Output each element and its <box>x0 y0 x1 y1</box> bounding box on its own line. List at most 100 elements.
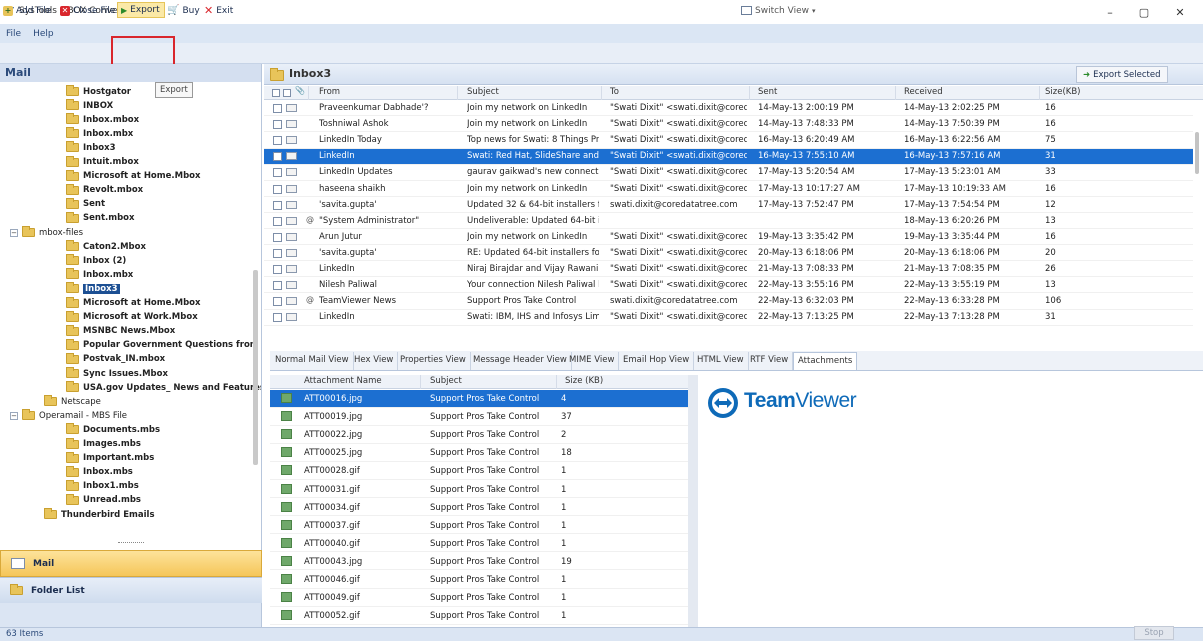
mail-row[interactable]: 'savita.gupta' Updated 32 & 64-bit instal… <box>264 198 1193 213</box>
tree-node[interactable]: Inbox3 <box>66 141 116 154</box>
col-sent[interactable]: Sent <box>758 87 777 97</box>
tab-message-header-view[interactable]: Message Header View <box>469 352 572 370</box>
attachment-row[interactable]: ATT00034.gif Support Pros Take Control 1 <box>270 499 688 517</box>
mail-row[interactable]: LinkedIn Today Top news for Swati: 8 Thin… <box>264 133 1193 149</box>
row-checkbox[interactable] <box>273 152 282 162</box>
tree-node[interactable]: Netscape <box>44 395 101 408</box>
tree-node[interactable]: Thunderbird Emails <box>44 508 155 521</box>
tree-node[interactable]: Documents.mbs <box>66 423 160 436</box>
tab-rtf-view[interactable]: RTF View <box>746 352 794 370</box>
switch-view-button[interactable]: Switch View ▾ <box>741 3 816 18</box>
mail-grid-scrollbar[interactable] <box>1195 132 1199 174</box>
row-checkbox[interactable] <box>273 216 282 226</box>
col-attachment-subject[interactable]: Subject <box>430 376 462 386</box>
export-button[interactable]: ▶ Export <box>117 2 165 18</box>
attachment-row[interactable]: ATT00028.gif Support Pros Take Control 1 <box>270 462 688 480</box>
tab-html-view[interactable]: HTML View <box>693 352 749 370</box>
row-checkbox[interactable] <box>273 313 282 323</box>
tree-node[interactable]: Inbox (2) <box>66 254 126 267</box>
tree-node[interactable]: Microsoft at Home.Mbox <box>66 169 201 183</box>
row-checkbox[interactable] <box>273 297 282 307</box>
mail-row[interactable]: Nilesh Paliwal Your connection Nilesh Pal… <box>264 278 1193 294</box>
mail-row[interactable]: Arun Jutur Join my network on LinkedIn "Sw… <box>264 230 1193 246</box>
col-size[interactable]: Size(KB) <box>1045 87 1081 97</box>
tree-node[interactable]: Inbox.mbx <box>66 268 133 281</box>
row-checkbox[interactable] <box>273 248 282 258</box>
attachment-row[interactable]: ATT00040.gif Support Pros Take Control 1 <box>270 535 688 553</box>
close-file-button[interactable]: ✕ Close File <box>60 3 115 18</box>
row-checkbox[interactable] <box>273 232 282 242</box>
buy-button[interactable]: 🛒 Buy <box>167 3 200 18</box>
tree-node[interactable]: Popular Government Questions from U <box>66 338 261 352</box>
tree-node[interactable]: Sent <box>66 197 105 211</box>
mail-row[interactable]: @ TeamViewer News Support Pros Take Contro… <box>264 294 1193 310</box>
tree-node[interactable]: Intuit.mbox <box>66 155 139 169</box>
tree-node[interactable]: INBOX <box>66 99 113 112</box>
tab-attachments[interactable]: Attachments <box>793 352 858 370</box>
close-button[interactable]: ✕ <box>1163 0 1197 24</box>
mail-row[interactable]: @ "System Administrator" Undeliverable: Up… <box>264 214 1193 230</box>
row-checkbox[interactable] <box>273 168 282 178</box>
row-checkbox[interactable] <box>273 136 282 146</box>
row-checkbox[interactable] <box>273 120 282 130</box>
col-to[interactable]: To <box>610 87 619 97</box>
tree-node[interactable]: Revolt.mbox <box>66 183 143 197</box>
tab-normal-mail-view[interactable]: Normal Mail View <box>271 352 354 370</box>
tab-mime-view[interactable]: MIME View <box>565 352 620 370</box>
attachment-row[interactable]: ATT00046.gif Support Pros Take Control 1 <box>270 571 688 589</box>
maximize-button[interactable]: ▢ <box>1127 0 1161 24</box>
tree-node[interactable]: Inbox.mbs <box>66 465 133 479</box>
tree-node[interactable]: Sync Issues.Mbox <box>66 367 168 380</box>
export-selected-button[interactable]: ➜ Export Selected <box>1076 66 1168 83</box>
attachment-row[interactable]: ATT00049.gif Support Pros Take Control 1 <box>270 589 688 607</box>
tab-hex-view[interactable]: Hex View <box>350 352 399 370</box>
tree-node[interactable]: Inbox.mbox <box>66 113 139 126</box>
tab-email-hop-view[interactable]: Email Hop View <box>619 352 695 370</box>
mail-row[interactable]: LinkedIn Swati: Red Hat, SlideShare and H… <box>264 149 1193 165</box>
tree-node[interactable]: Inbox1.mbs <box>66 479 139 493</box>
tree-node[interactable]: Microsoft at Home.Mbox <box>66 296 201 310</box>
attachment-row[interactable]: ATT00019.jpg Support Pros Take Control 37 <box>270 408 688 426</box>
tree-node[interactable]: Inbox3 <box>66 282 120 295</box>
nav-folder-list-button[interactable]: Folder List <box>0 577 262 603</box>
attachment-row[interactable]: ATT00025.jpg Support Pros Take Control 18 <box>270 444 688 462</box>
mail-row[interactable]: Praveenkumar Dabhade'? Join my network on… <box>264 101 1193 117</box>
tree-node[interactable]: Caton2.Mbox <box>66 240 146 253</box>
tree-node[interactable]: USA.gov Updates_ News and Features.I <box>66 381 261 394</box>
attachment-preview-splitter[interactable] <box>688 375 698 627</box>
collapse-icon[interactable]: − <box>10 411 18 420</box>
mail-row[interactable]: Toshniwal Ashok Join my network on Linked… <box>264 117 1193 133</box>
attachment-row[interactable]: ATT00052.gif Support Pros Take Control 1 <box>270 607 688 625</box>
select-all-checkbox[interactable] <box>272 89 280 97</box>
col-received[interactable]: Received <box>904 87 943 97</box>
tree-node[interactable]: − mbox-files <box>10 226 83 239</box>
col-attachment-name[interactable]: Attachment Name <box>304 376 382 386</box>
tree-node[interactable]: Important.mbs <box>66 451 154 465</box>
attachment-row[interactable]: ATT00031.gif Support Pros Take Control 1 <box>270 481 688 499</box>
col-subject[interactable]: Subject <box>467 87 499 97</box>
attachment-row[interactable]: ATT00043.jpg Support Pros Take Control 19 <box>270 553 688 571</box>
attachment-row[interactable]: ATT00016.jpg Support Pros Take Control 4 <box>270 390 688 408</box>
tab-properties-view[interactable]: Properties View <box>396 352 471 370</box>
attachment-row[interactable]: ATT00037.gif Support Pros Take Control 1 <box>270 517 688 535</box>
row-checkbox[interactable] <box>273 104 282 113</box>
col-from[interactable]: From <box>319 87 340 97</box>
menu-file[interactable]: File <box>6 29 21 39</box>
row-checkbox[interactable] <box>273 281 282 291</box>
tree-node[interactable]: MSNBC News.Mbox <box>66 324 175 338</box>
mail-row[interactable]: LinkedIn Niraj Birajdar and Vijay Rawani … <box>264 262 1193 278</box>
exit-button[interactable]: ✕ Exit <box>204 3 233 18</box>
col-attachment-size[interactable]: Size (KB) <box>565 376 603 386</box>
tree-node[interactable]: Unread.mbs <box>66 493 141 507</box>
tree-node[interactable]: Images.mbs <box>66 437 141 451</box>
row-checkbox[interactable] <box>273 265 282 274</box>
add-file-button[interactable]: + Add File <box>3 3 51 18</box>
mail-row[interactable]: LinkedIn Swati: IBM, IHS and Infosys Limi… <box>264 310 1193 326</box>
tree-scrollbar[interactable] <box>253 270 258 465</box>
stop-button[interactable]: Stop <box>1134 626 1174 640</box>
mail-row[interactable]: 'savita.gupta' RE: Updated 64-bit install… <box>264 246 1193 262</box>
tree-node[interactable]: − Operamail - MBS File <box>10 409 127 422</box>
tree-node[interactable]: Postvak_IN.mbox <box>66 352 165 366</box>
tree-node[interactable]: Hostgator <box>66 85 131 98</box>
tree-node[interactable]: Inbox.mbx <box>66 127 133 140</box>
